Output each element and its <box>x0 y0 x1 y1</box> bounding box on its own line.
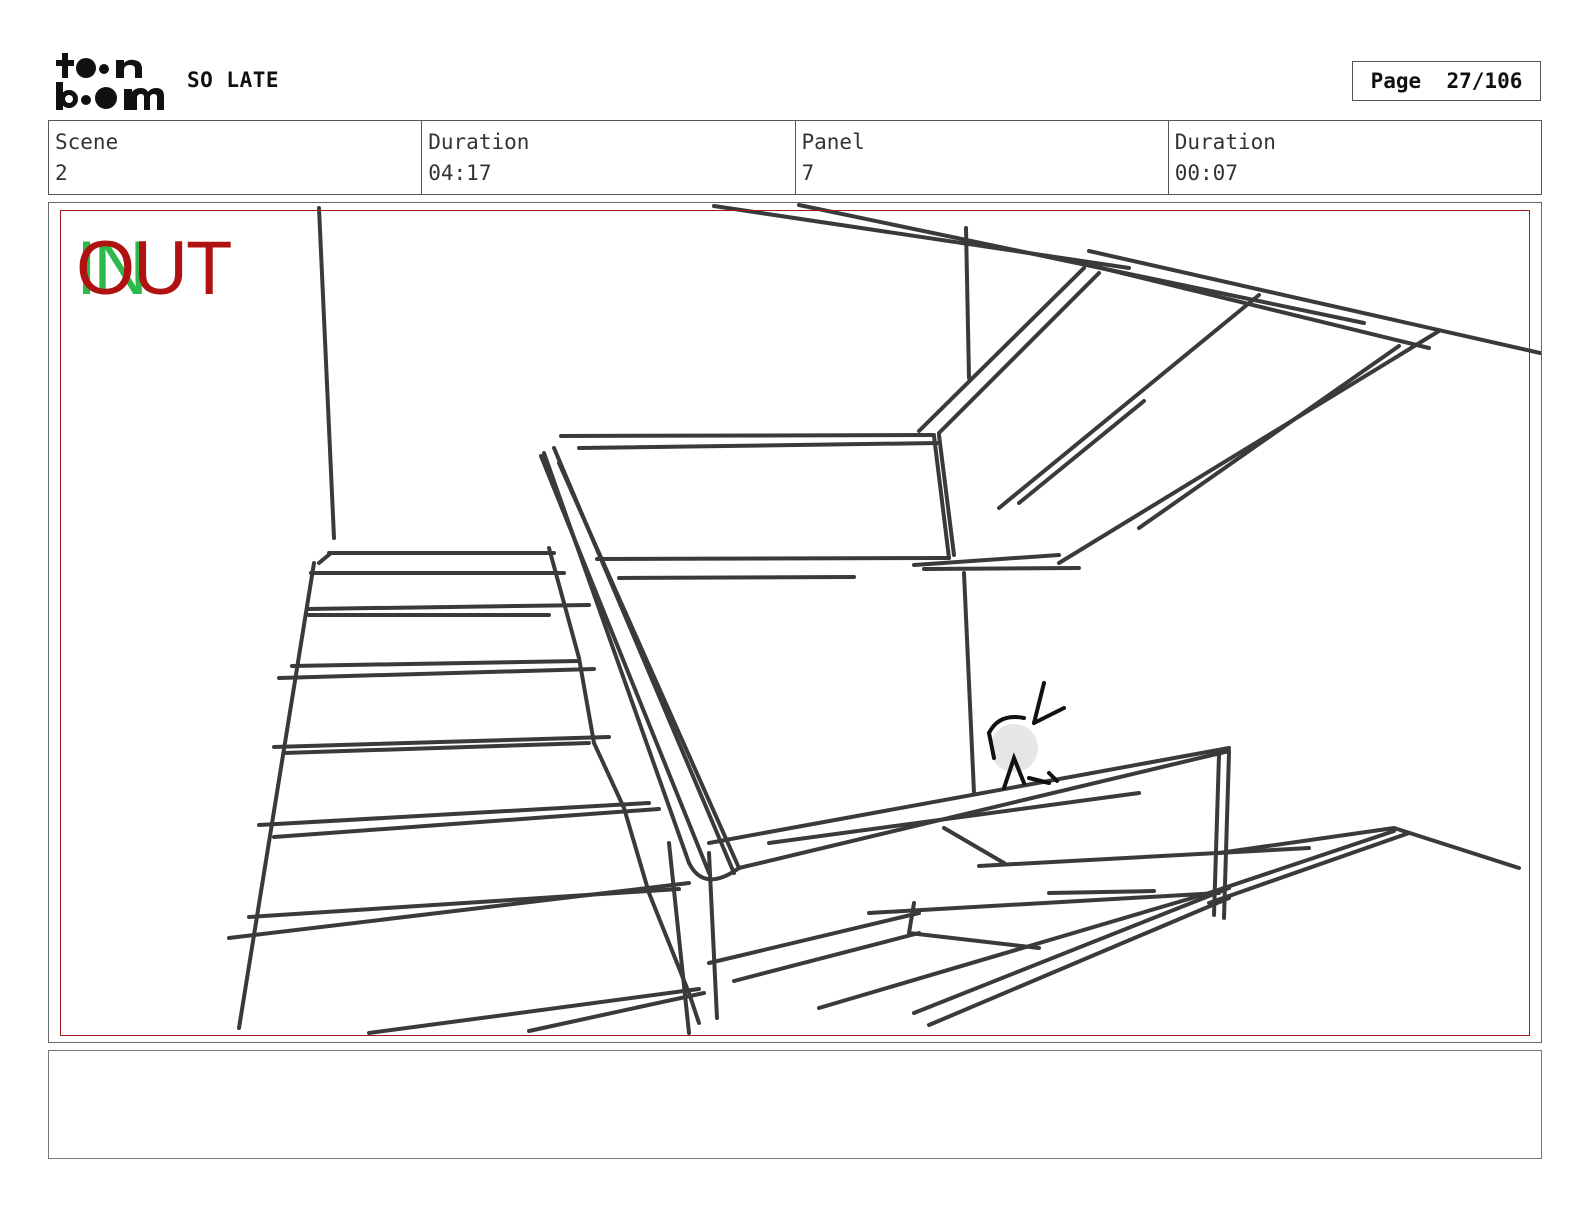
dialogue-notes-box <box>48 1050 1542 1159</box>
out-marker: OUT <box>76 226 232 311</box>
page-value: 27/106 <box>1446 69 1523 93</box>
scene-value: 2 <box>55 161 68 185</box>
panel-cell: Panel 7 <box>796 121 1169 194</box>
panel-duration-label: Duration <box>1174 130 1276 154</box>
toon-boom-logo <box>56 53 164 110</box>
safe-frame <box>60 210 1530 1036</box>
panel-artwork-frame: IN OUT <box>48 202 1542 1043</box>
project-title: SO LATE <box>187 68 280 92</box>
page-indicator: Page 27/106 <box>1352 61 1541 101</box>
panel-duration-cell: Duration 00:07 <box>1169 121 1541 194</box>
scene-cell: Scene 2 <box>49 121 423 194</box>
panel-value: 7 <box>801 161 815 185</box>
panel-duration-value: 00:07 <box>1174 161 1238 185</box>
page-label: Page <box>1370 69 1422 93</box>
panel-info-table: Scene 2 Duration 04:17 Panel 7 Duration … <box>48 120 1542 195</box>
scene-duration-label: Duration <box>428 130 530 154</box>
scene-label: Scene <box>55 130 119 154</box>
scene-duration-cell: Duration 04:17 <box>422 121 796 194</box>
scene-duration-value: 04:17 <box>428 161 492 185</box>
panel-label: Panel <box>801 130 865 154</box>
